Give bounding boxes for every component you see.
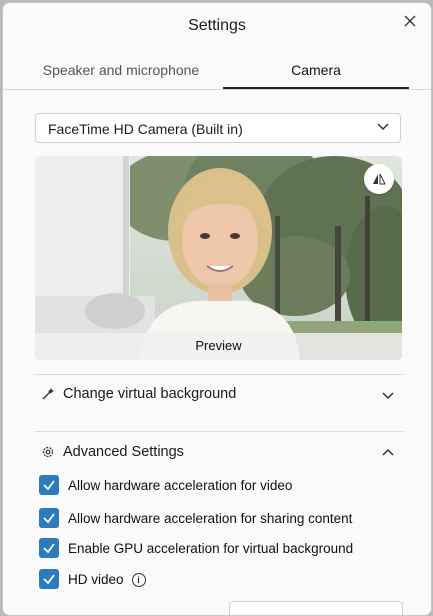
partial-field[interactable] [229,601,403,615]
checkbox[interactable] [39,569,59,589]
checkmark-icon [43,543,55,554]
tab-bar: Speaker and microphone Camera [3,55,431,90]
window-title: Settings [188,17,246,34]
preview-label: Preview [35,333,402,360]
checkbox[interactable] [39,538,59,558]
chevron-down-icon [382,392,394,400]
chevron-down-icon [377,123,389,131]
virtual-background-toggle[interactable]: Change virtual background [35,381,403,409]
tab-camera[interactable]: Camera [223,55,409,89]
checkbox[interactable] [39,475,59,495]
checkmark-icon [43,480,55,491]
mirror-button[interactable] [364,164,394,194]
virtual-background-label: Change virtual background [63,386,237,402]
chevron-up-icon [382,448,394,456]
preview-image [35,156,402,360]
advanced-settings-toggle[interactable]: Advanced Settings [35,439,403,467]
close-icon [404,15,416,27]
camera-preview: Preview [35,156,402,360]
gear-icon [42,446,54,458]
settings-window: Settings Speaker and microphone Camera F… [2,2,432,616]
camera-select-value: FaceTime HD Camera (Built in) [48,121,243,137]
info-icon[interactable]: i [131,573,146,587]
option-label: Allow hardware acceleration for video [68,478,293,493]
advanced-settings-label: Advanced Settings [63,444,184,460]
option-label: HD video [68,572,124,587]
close-button[interactable] [399,10,421,32]
option-label-hd: HD video i [68,572,146,587]
magic-wand-icon [42,388,54,400]
tab-speaker-microphone[interactable]: Speaker and microphone [21,55,221,87]
checkmark-icon [43,574,55,585]
divider [35,374,403,375]
option-label: Enable GPU acceleration for virtual back… [68,541,354,556]
camera-select[interactable]: FaceTime HD Camera (Built in) [35,113,401,143]
mirror-icon [373,173,386,185]
divider [35,431,403,432]
option-label: Allow hardware acceleration for sharing … [68,511,353,526]
checkbox[interactable] [39,508,59,528]
checkmark-icon [43,513,55,524]
